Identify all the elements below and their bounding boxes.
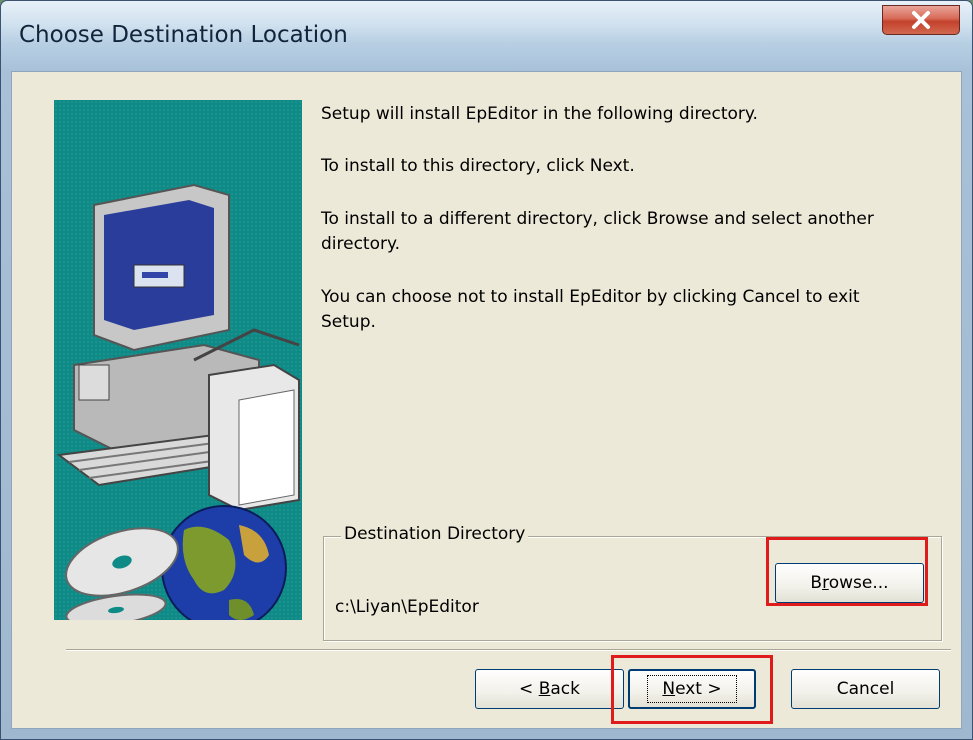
info-line-3a: To install to a different directory, cli…: [321, 209, 874, 229]
computer-illustration: [56, 183, 300, 631]
button-separator: [66, 649, 951, 651]
info-line-2: To install to this directory, click Next…: [321, 156, 635, 176]
next-highlight: [611, 655, 773, 724]
info-line-1: Setup will install EpEditor in the follo…: [321, 104, 758, 124]
destination-path: c:\Liyan\EpEditor: [335, 597, 479, 617]
cd-disc-icon: [65, 527, 179, 627]
info-line-4a: You can choose not to install EpEditor b…: [321, 287, 860, 307]
info-line-3b: directory.: [321, 234, 401, 254]
destination-group-label: Destination Directory: [341, 524, 529, 544]
setup-illustration: [54, 100, 302, 631]
setup-window: Choose Destination Location Setup will i…: [0, 0, 973, 740]
globe-icon: [161, 505, 287, 631]
close-button[interactable]: [882, 5, 960, 35]
back-label: < Back: [519, 679, 580, 699]
info-line-4b: Setup.: [321, 312, 376, 332]
title-bar[interactable]: Choose Destination Location: [1, 1, 972, 71]
dialog-client-area: Setup will install EpEditor in the follo…: [11, 71, 962, 729]
close-icon: [912, 11, 930, 29]
window-title: Choose Destination Location: [19, 22, 348, 48]
cancel-button[interactable]: Cancel: [791, 669, 940, 709]
browse-highlight: [766, 537, 928, 606]
back-button[interactable]: < Back: [475, 669, 624, 709]
cancel-label: Cancel: [836, 679, 895, 699]
